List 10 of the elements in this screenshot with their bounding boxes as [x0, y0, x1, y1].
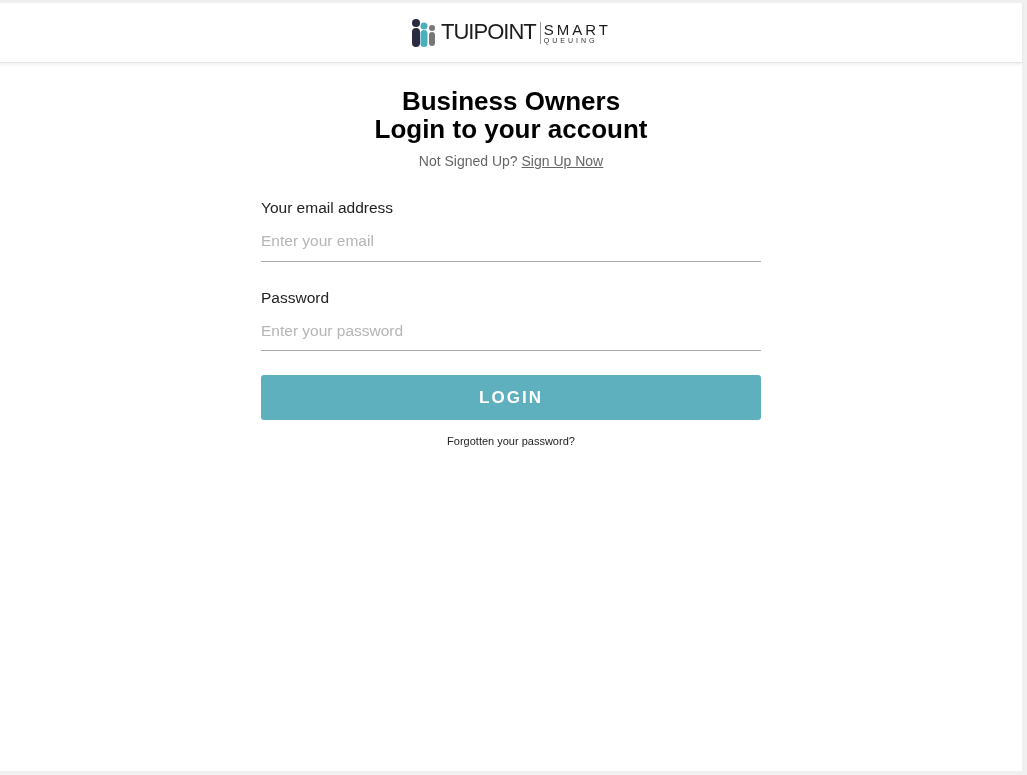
- page-heading: Login to your account: [374, 115, 648, 143]
- logo-tagline: SMART: [543, 21, 611, 37]
- field-label: Password: [261, 287, 331, 308]
- signup-prompt: Not Signed Up? Sign Up Now: [418, 152, 604, 171]
- logo-name: TUIPOINT: [441, 19, 536, 46]
- page-heading: Business Owners: [400, 87, 622, 115]
- field-label: Your email address: [261, 198, 395, 218]
- forgot-password-link[interactable]: Forgotten your password?: [447, 435, 575, 447]
- signup-link[interactable]: Sign Up Now: [521, 153, 604, 169]
- people-icon: [411, 17, 438, 48]
